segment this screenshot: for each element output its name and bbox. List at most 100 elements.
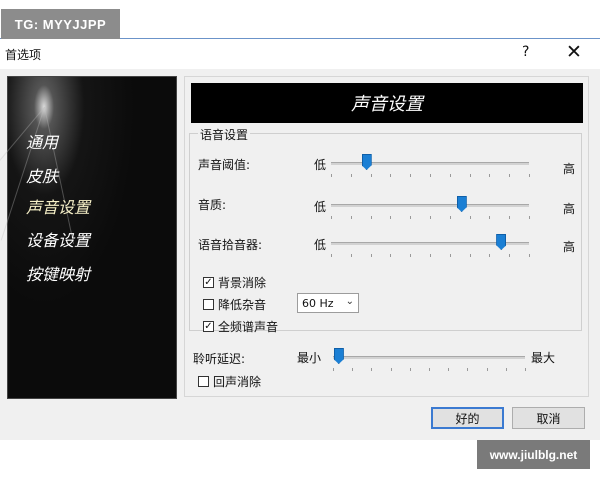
echo-cancel-checkbox[interactable]: 回声消除	[198, 373, 261, 390]
select-value: 60 Hz	[302, 296, 334, 310]
slider-thumb[interactable]	[496, 234, 507, 250]
slider-tick	[509, 216, 511, 219]
slider-tick	[331, 174, 332, 177]
close-icon[interactable]: ✕	[566, 41, 582, 63]
nav-item-device-settings[interactable]: 设备设置	[26, 227, 90, 251]
threshold-slider[interactable]	[331, 154, 530, 177]
threshold-high-label: 高	[563, 162, 576, 176]
slider-tick	[529, 174, 530, 177]
full-spectrum-checkbox[interactable]: ✓ 全频谱声音	[203, 318, 278, 335]
listen-delay-min-label: 最小	[297, 351, 322, 365]
slider-tick	[448, 368, 450, 371]
slider-tick	[331, 254, 332, 257]
slider-tick	[410, 216, 412, 219]
slider-ticks	[331, 216, 530, 219]
slider-ticks	[331, 174, 530, 177]
checkbox-box[interactable]: ✓	[203, 321, 214, 332]
slider-tick	[489, 174, 491, 177]
slider-tick	[486, 368, 488, 371]
quality-high-label: 高	[563, 202, 576, 216]
slider-tick	[410, 254, 412, 257]
watermark-top: TG: MYYJJPP	[1, 9, 120, 39]
slider-tick	[449, 216, 451, 219]
slider-tick	[350, 216, 352, 219]
slider-tick	[409, 368, 411, 371]
cancel-button[interactable]: 取消	[512, 407, 585, 429]
nav-item-key-mapping[interactable]: 按键映射	[26, 261, 90, 285]
slider-tick	[333, 368, 334, 371]
listen-delay-slider[interactable]	[333, 348, 526, 371]
mic-pickup-low-label: 低	[314, 238, 327, 252]
slider-tick	[449, 174, 451, 177]
slider-tick	[489, 254, 491, 257]
slider-tick	[370, 254, 372, 257]
watermark-bottom: www.jiulblg.net	[477, 440, 590, 469]
slider-tick	[509, 174, 511, 177]
checkbox-label: 背景消除	[218, 276, 267, 290]
slider-tick	[430, 254, 431, 257]
slider-tick	[430, 216, 431, 219]
chevron-down-icon: ⌄	[345, 296, 354, 307]
checkbox-label: 降低杂音	[218, 298, 267, 312]
slider-thumb[interactable]	[456, 196, 467, 212]
threshold-low-label: 低	[314, 158, 327, 172]
slider-track	[331, 204, 529, 207]
nav-item-sound-settings[interactable]: 声音设置	[26, 194, 90, 218]
slider-tick	[430, 174, 431, 177]
checkbox-label: 回声消除	[213, 375, 262, 389]
preferences-dialog: 首选项 ? ✕ 通用 皮肤 声音设置 设备设置 按键映射 声音设置 语音设置 声…	[0, 38, 600, 440]
checkbox-box[interactable]	[198, 376, 209, 387]
slider-tick	[370, 174, 372, 177]
slider-tick	[390, 216, 392, 219]
window-title: 首选项	[5, 48, 42, 62]
ok-button[interactable]: 好的	[431, 407, 504, 429]
slider-tick	[350, 174, 352, 177]
slider-thumb[interactable]	[361, 154, 372, 170]
slider-tick	[469, 216, 471, 219]
slider-tick	[370, 216, 372, 219]
nav-panel: 通用 皮肤 声音设置 设备设置 按键映射	[0, 76, 177, 399]
slider-tick	[529, 254, 530, 257]
slider-tick	[331, 216, 332, 219]
nav-item-skin[interactable]: 皮肤	[26, 163, 58, 187]
title-bar: 首选项 ? ✕	[0, 39, 600, 69]
listen-delay-max-label: 最大	[531, 351, 556, 365]
slider-tick	[505, 368, 507, 371]
checkbox-box[interactable]	[203, 299, 214, 310]
slider-track	[333, 356, 525, 359]
group-label: 语音设置	[198, 126, 251, 143]
voice-settings-group: 语音设置 声音阈值: 低 高 音质: 低 高 语音拾音器: 低 高 ✓ 背景消除…	[189, 126, 582, 334]
noise-reduction-checkbox[interactable]: 降低杂音	[203, 296, 266, 313]
slider-tick	[525, 368, 526, 371]
slider-tick	[390, 368, 392, 371]
content-panel: 声音设置 语音设置 声音阈值: 低 高 音质: 低 高 语音拾音器: 低 高 ✓…	[184, 76, 589, 397]
nav-item-general[interactable]: 通用	[26, 129, 58, 153]
slider-tick	[352, 368, 354, 371]
noise-frequency-select[interactable]: 60 Hz ⌄	[297, 293, 359, 313]
slider-thumb[interactable]	[333, 348, 344, 364]
slider-tick	[371, 368, 373, 371]
slider-tick	[529, 216, 530, 219]
threshold-label: 声音阈值:	[198, 158, 251, 172]
checkbox-label: 全频谱声音	[218, 320, 279, 334]
quality-slider[interactable]	[331, 196, 530, 219]
slider-tick	[410, 174, 412, 177]
slider-tick	[509, 254, 511, 257]
slider-tick	[350, 254, 352, 257]
background-removal-checkbox[interactable]: ✓ 背景消除	[203, 274, 266, 291]
quality-label: 音质:	[198, 198, 227, 212]
slider-tick	[390, 254, 392, 257]
slider-ticks	[331, 254, 530, 257]
slider-tick	[489, 216, 491, 219]
slider-track	[331, 162, 529, 165]
slider-tick	[429, 368, 430, 371]
checkbox-box[interactable]: ✓	[203, 277, 214, 288]
slider-tick	[449, 254, 451, 257]
mic-pickup-slider[interactable]	[331, 234, 530, 257]
help-button[interactable]: ?	[522, 44, 529, 60]
slider-ticks	[333, 368, 526, 371]
slider-tick	[469, 254, 471, 257]
mic-pickup-high-label: 高	[563, 240, 576, 254]
slider-tick	[467, 368, 469, 371]
mic-pickup-label: 语音拾音器:	[198, 238, 263, 252]
